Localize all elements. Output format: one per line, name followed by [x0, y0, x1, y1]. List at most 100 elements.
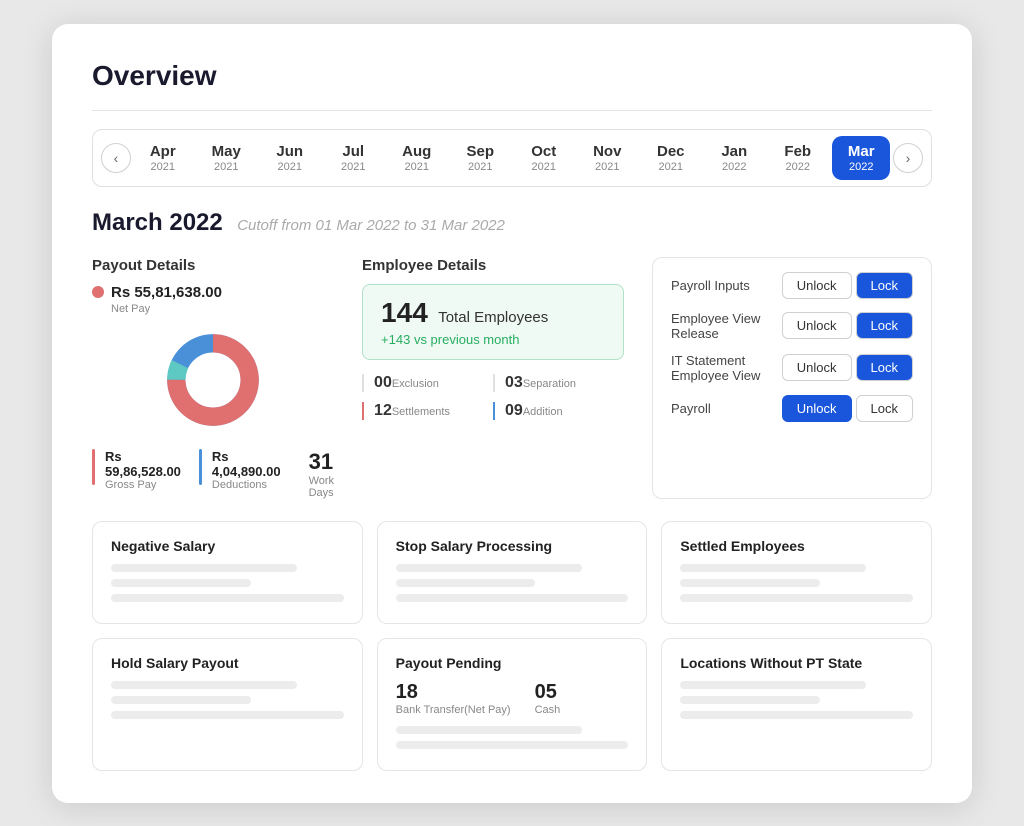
work-days-label: Work Days [309, 475, 334, 499]
placeholder-line [680, 681, 866, 689]
prev-month-button[interactable]: ‹ [101, 143, 131, 173]
payout-section: Payout Details Rs 55,81,638.00 Net Pay [92, 257, 334, 499]
lock-row-3: Payroll Unlock Lock [671, 395, 913, 422]
total-count: 144 [381, 297, 428, 328]
emp-stats: 00Exclusion03Separation12Settlements09Ad… [362, 374, 624, 420]
lock-btn-2[interactable]: Lock [856, 354, 913, 381]
unlock-btn-2[interactable]: Unlock [782, 354, 852, 381]
section-header: March 2022 Cutoff from 01 Mar 2022 to 31… [92, 209, 932, 237]
total-employees-box: 144 Total Employees +143 vs previous mon… [362, 284, 624, 360]
net-pay-dot [92, 286, 104, 298]
ic-title-1: Stop Salary Processing [396, 538, 629, 554]
months-list: Apr2021May2021Jun2021Jul2021Aug2021Sep20… [131, 136, 893, 180]
ic-title-4: Payout Pending [396, 655, 629, 671]
month-item-oct-2021[interactable]: Oct2021 [515, 136, 573, 180]
unlock-btn-0[interactable]: Unlock [782, 272, 852, 299]
month-item-jun-2021[interactable]: Jun2021 [261, 136, 319, 180]
payout-footer: Rs 59,86,528.00 Gross Pay Rs 4,04,890.00… [92, 449, 334, 499]
gross-pay-amount: Rs 59,86,528.00 [105, 449, 181, 479]
placeholder-line [396, 579, 536, 587]
lock-btn-1[interactable]: Lock [856, 312, 913, 339]
emp-stat-addition: 09Addition [493, 402, 624, 420]
month-item-apr-2021[interactable]: Apr2021 [134, 136, 192, 180]
deductions-amount: Rs 4,04,890.00 [212, 449, 281, 479]
btn-group-1: Unlock Lock [782, 312, 913, 339]
main-content: Payout Details Rs 55,81,638.00 Net Pay [92, 257, 932, 499]
placeholder-line [111, 579, 251, 587]
title-divider [92, 110, 932, 111]
cards-grid: Negative Salary Stop Salary Processing Set… [92, 521, 932, 771]
lock-btn-3[interactable]: Lock [856, 395, 913, 422]
work-days-number: 31 [309, 449, 334, 475]
month-item-jul-2021[interactable]: Jul2021 [324, 136, 382, 180]
total-label: Total Employees [438, 309, 548, 326]
unlock-btn-3[interactable]: Unlock [782, 395, 852, 422]
work-days: 31 Work Days [299, 449, 334, 499]
btn-group-2: Unlock Lock [782, 354, 913, 381]
placeholder-line [680, 594, 913, 602]
emp-stat-exclusion: 00Exclusion [362, 374, 493, 392]
info-card-negative-salary: Negative Salary [92, 521, 363, 624]
lock-section: Payroll Inputs Unlock Lock Employee View… [652, 257, 932, 499]
placeholder-line [680, 711, 913, 719]
month-item-dec-2021[interactable]: Dec2021 [642, 136, 700, 180]
info-card-hold-salary-payout: Hold Salary Payout [92, 638, 363, 771]
donut-chart [92, 325, 334, 435]
month-item-nov-2021[interactable]: Nov2021 [578, 136, 636, 180]
lock-row-1: Employee View Release Unlock Lock [671, 311, 913, 341]
net-pay-legend: Rs 55,81,638.00 [92, 284, 334, 301]
section-title: March 2022 [92, 209, 223, 236]
info-card-payout-pending: Payout Pending 18Bank Transfer(Net Pay)05… [377, 638, 648, 771]
emp-stat-settlements: 12Settlements [362, 402, 493, 420]
ic-title-5: Locations Without PT State [680, 655, 913, 671]
payout-title: Payout Details [92, 257, 334, 274]
lock-btn-0[interactable]: Lock [856, 272, 913, 299]
employee-section: Employee Details 144 Total Employees +14… [362, 257, 624, 499]
placeholder-line [111, 696, 251, 704]
info-card-settled-employees: Settled Employees [661, 521, 932, 624]
main-card: Overview ‹ Apr2021May2021Jun2021Jul2021A… [52, 24, 972, 803]
gross-pay-bar [92, 449, 95, 485]
payout-pending-data: 18Bank Transfer(Net Pay)05Cash [396, 681, 629, 716]
info-card-locations-without-pt-state: Locations Without PT State [661, 638, 932, 771]
placeholder-line [680, 579, 820, 587]
lock-label-0: Payroll Inputs [671, 278, 782, 293]
placeholder-line [111, 711, 344, 719]
deductions-label: Deductions [212, 479, 281, 491]
deductions-row: Rs 4,04,890.00 Deductions [199, 449, 281, 499]
btn-group-0: Unlock Lock [782, 272, 913, 299]
ic-title-0: Negative Salary [111, 538, 344, 554]
deductions-bar [199, 449, 202, 485]
placeholder-line [396, 726, 582, 734]
month-item-sep-2021[interactable]: Sep2021 [451, 136, 509, 180]
lock-row-2: IT Statement Employee View Unlock Lock [671, 353, 913, 383]
page-title: Overview [92, 60, 932, 92]
net-pay-amount: Rs 55,81,638.00 [111, 284, 222, 301]
unlock-btn-1[interactable]: Unlock [782, 312, 852, 339]
month-item-aug-2021[interactable]: Aug2021 [388, 136, 446, 180]
gross-pay-row: Rs 59,86,528.00 Gross Pay [92, 449, 181, 499]
month-item-jan-2022[interactable]: Jan2022 [705, 136, 763, 180]
placeholder-line [396, 741, 629, 749]
month-item-feb-2022[interactable]: Feb2022 [769, 136, 827, 180]
ic-title-3: Hold Salary Payout [111, 655, 344, 671]
placeholder-line [111, 564, 297, 572]
net-pay-label: Net Pay [111, 303, 334, 315]
info-card-stop-salary-processing: Stop Salary Processing [377, 521, 648, 624]
lock-label-3: Payroll [671, 401, 782, 416]
employee-title: Employee Details [362, 257, 624, 274]
placeholder-line [111, 681, 297, 689]
lock-row-0: Payroll Inputs Unlock Lock [671, 272, 913, 299]
change-text: +143 vs previous month [381, 332, 605, 347]
section-subtitle: Cutoff from 01 Mar 2022 to 31 Mar 2022 [237, 217, 505, 234]
month-item-mar-2022[interactable]: Mar2022 [832, 136, 890, 180]
next-month-button[interactable]: › [893, 143, 923, 173]
placeholder-line [396, 564, 582, 572]
placeholder-line [680, 564, 866, 572]
gross-pay-label: Gross Pay [105, 479, 181, 491]
placeholder-line [396, 594, 629, 602]
btn-group-3: Unlock Lock [782, 395, 913, 422]
lock-label-1: Employee View Release [671, 311, 782, 341]
month-item-may-2021[interactable]: May2021 [197, 136, 255, 180]
month-nav: ‹ Apr2021May2021Jun2021Jul2021Aug2021Sep… [92, 129, 932, 187]
